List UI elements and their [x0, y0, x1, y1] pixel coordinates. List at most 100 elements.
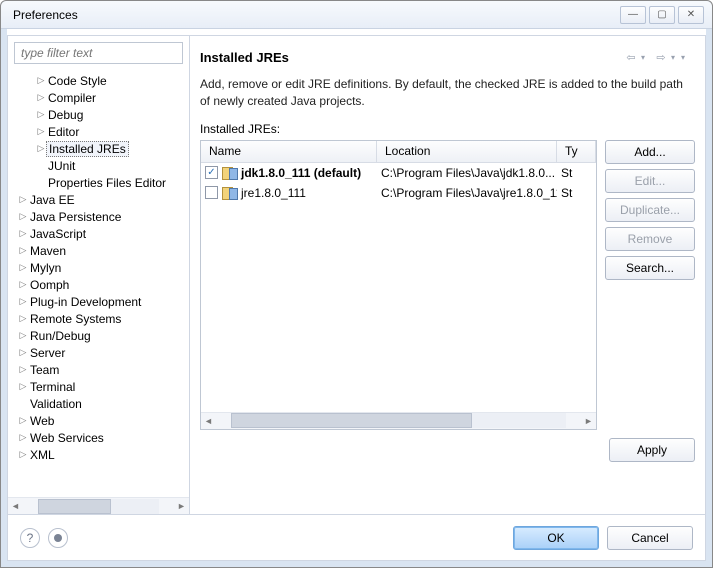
col-type[interactable]: Ty: [557, 141, 596, 162]
page-menu-icon[interactable]: ▾: [681, 53, 695, 62]
tree-item-label: Debug: [46, 108, 85, 122]
tree-item[interactable]: ▷Code Style: [8, 72, 189, 89]
expander-icon[interactable]: ▷: [18, 211, 28, 222]
tree-item[interactable]: ▷Web: [8, 412, 189, 429]
expander-icon[interactable]: ▷: [18, 279, 28, 290]
tree-item[interactable]: ▷Editor: [8, 123, 189, 140]
scroll-track[interactable]: [38, 499, 159, 514]
ok-button[interactable]: OK: [513, 526, 599, 550]
tree-item-label: Plug-in Development: [28, 295, 143, 309]
tree-item[interactable]: ▷Installed JREs: [8, 140, 189, 157]
expander-icon[interactable]: ▷: [36, 92, 46, 103]
back-menu-icon[interactable]: ▾: [641, 53, 651, 62]
edit-button: Edit...: [605, 169, 695, 193]
expander-icon[interactable]: ▷: [18, 364, 28, 375]
sidebar-scrollbar[interactable]: ◄ ►: [8, 497, 189, 514]
scroll-track[interactable]: [231, 413, 566, 428]
tree-item-label: Properties Files Editor: [46, 176, 168, 190]
preferences-tree[interactable]: ▷Code Style▷Compiler▷Debug▷Editor▷Instal…: [8, 70, 189, 497]
tree-item[interactable]: ▷Team: [8, 361, 189, 378]
forward-icon[interactable]: ⇨: [651, 48, 671, 66]
expander-icon[interactable]: ▷: [18, 432, 28, 443]
table-scrollbar[interactable]: ◄ ►: [201, 412, 596, 429]
expander-icon[interactable]: ▷: [18, 313, 28, 324]
tree-item[interactable]: ▷Run/Debug: [8, 327, 189, 344]
expander-icon[interactable]: ▷: [18, 415, 28, 426]
tree-item-label: Terminal: [28, 380, 77, 394]
dialog-body: ▷Code Style▷Compiler▷Debug▷Editor▷Instal…: [7, 35, 706, 561]
cell-type: St: [557, 166, 596, 180]
tree-item[interactable]: ▷Compiler: [8, 89, 189, 106]
checkbox[interactable]: [205, 186, 218, 199]
tree-item-label: Code Style: [46, 74, 109, 88]
table-row[interactable]: jre1.8.0_111C:\Program Files\Java\jre1.8…: [201, 183, 596, 203]
scroll-thumb[interactable]: [38, 499, 111, 514]
expander-icon[interactable]: ▷: [18, 347, 28, 358]
titlebar: Preferences ― ▢ ✕: [1, 1, 712, 29]
filter-box: [14, 42, 183, 64]
close-button[interactable]: ✕: [678, 6, 704, 24]
tree-item-label: Web: [28, 414, 56, 428]
jre-icon: [222, 166, 237, 179]
sidebar: ▷Code Style▷Compiler▷Debug▷Editor▷Instal…: [8, 36, 190, 514]
record-icon[interactable]: [48, 528, 68, 548]
cancel-button[interactable]: Cancel: [607, 526, 693, 550]
expander-icon[interactable]: ▷: [36, 143, 46, 154]
jre-table: Name Location Ty ✓jdk1.8.0_111 (default)…: [200, 140, 597, 430]
tree-item[interactable]: ▷Debug: [8, 106, 189, 123]
scroll-right-icon[interactable]: ►: [174, 499, 189, 514]
search-button[interactable]: Search...: [605, 256, 695, 280]
tree-item[interactable]: ▷JUnit: [8, 157, 189, 174]
tree-item[interactable]: ▷Plug-in Development: [8, 293, 189, 310]
help-icon[interactable]: ?: [20, 528, 40, 548]
tree-item[interactable]: ▷Oomph: [8, 276, 189, 293]
scroll-thumb[interactable]: [231, 413, 472, 428]
tree-item[interactable]: ▷Properties Files Editor: [8, 174, 189, 191]
scroll-right-icon[interactable]: ►: [581, 413, 596, 428]
maximize-button[interactable]: ▢: [649, 6, 675, 24]
col-location[interactable]: Location: [377, 141, 557, 162]
tree-item[interactable]: ▷XML: [8, 446, 189, 463]
expander-icon[interactable]: ▷: [18, 245, 28, 256]
table-row[interactable]: ✓jdk1.8.0_111 (default)C:\Program Files\…: [201, 163, 596, 183]
cell-name: ✓jdk1.8.0_111 (default): [201, 166, 377, 180]
expander-icon[interactable]: ▷: [36, 75, 46, 86]
tree-item[interactable]: ▷Terminal: [8, 378, 189, 395]
tree-item-label: Maven: [28, 244, 68, 258]
col-name[interactable]: Name: [201, 141, 377, 162]
expander-icon[interactable]: ▷: [18, 228, 28, 239]
tree-item[interactable]: ▷Java EE: [8, 191, 189, 208]
scroll-left-icon[interactable]: ◄: [201, 413, 216, 428]
tree-item-label: Installed JREs: [46, 141, 129, 157]
expander-icon[interactable]: ▷: [18, 330, 28, 341]
checkbox[interactable]: ✓: [205, 166, 218, 179]
tree-item[interactable]: ▷JavaScript: [8, 225, 189, 242]
filter-input[interactable]: [14, 42, 183, 64]
expander-icon[interactable]: ▷: [18, 449, 28, 460]
duplicate-button: Duplicate...: [605, 198, 695, 222]
tree-item[interactable]: ▷Server: [8, 344, 189, 361]
tree-item[interactable]: ▷Remote Systems: [8, 310, 189, 327]
tree-item-label: Run/Debug: [28, 329, 93, 343]
expander-icon[interactable]: ▷: [18, 296, 28, 307]
add-button[interactable]: Add...: [605, 140, 695, 164]
preferences-window: Preferences ― ▢ ✕ ▷Code Style▷Compiler▷D…: [0, 0, 713, 568]
minimize-button[interactable]: ―: [620, 6, 646, 24]
expander-icon[interactable]: ▷: [18, 381, 28, 392]
forward-menu-icon[interactable]: ▾: [671, 53, 681, 62]
back-icon[interactable]: ⇦: [621, 48, 641, 66]
expander-icon[interactable]: ▷: [36, 109, 46, 120]
apply-button[interactable]: Apply: [609, 438, 695, 462]
tree-item[interactable]: ▷Web Services: [8, 429, 189, 446]
tree-item[interactable]: ▷Validation: [8, 395, 189, 412]
footer: ? OK Cancel: [8, 514, 705, 560]
tree-item[interactable]: ▷Maven: [8, 242, 189, 259]
tree-item[interactable]: ▷Java Persistence: [8, 208, 189, 225]
expander-icon[interactable]: ▷: [18, 262, 28, 273]
tree-item[interactable]: ▷Mylyn: [8, 259, 189, 276]
expander-icon: ▷: [36, 177, 46, 188]
scroll-left-icon[interactable]: ◄: [8, 499, 23, 514]
expander-icon[interactable]: ▷: [36, 126, 46, 137]
expander-icon: ▷: [36, 160, 46, 171]
expander-icon[interactable]: ▷: [18, 194, 28, 205]
